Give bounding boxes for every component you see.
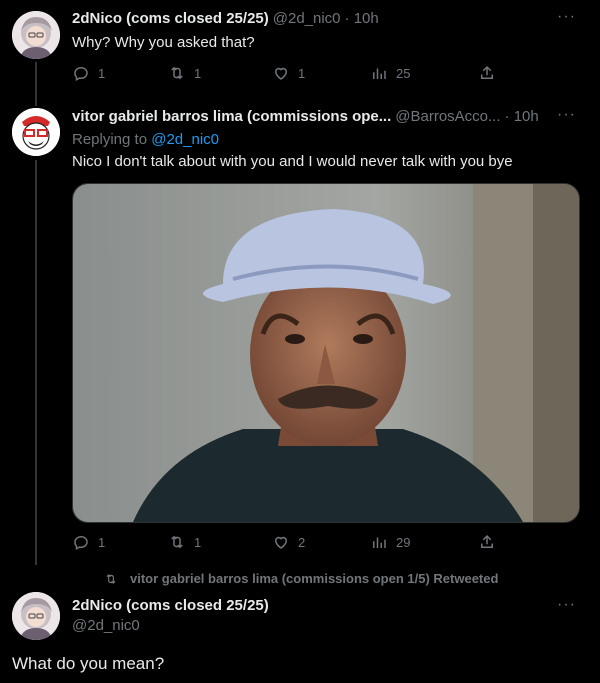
thread-line [35, 160, 37, 565]
views-count: 29 [396, 534, 411, 550]
share-button[interactable] [478, 533, 504, 551]
retweet-icon [106, 573, 116, 584]
like-count: 1 [298, 65, 306, 81]
like-icon [274, 536, 288, 549]
retweet-button[interactable]: 1 [168, 64, 201, 82]
avatar-2dnico-image [12, 592, 60, 640]
retweet-button[interactable]: 1 [168, 533, 201, 551]
retweet-icon [171, 66, 183, 80]
retweet-icon [171, 535, 183, 549]
tweet-actions: 1 1 1 25 [72, 64, 522, 84]
reply-icon [74, 67, 88, 82]
tweet-time[interactable]: · 10h [505, 108, 539, 125]
more-icon[interactable]: ··· [557, 8, 576, 26]
replying-to: Replying to @2d_nic0 [72, 131, 219, 148]
views-button[interactable]: 29 [370, 533, 410, 551]
like-icon [274, 67, 288, 80]
tweet-author-handle[interactable]: @2d_nic0 [72, 617, 140, 634]
retweeted-label: vitor gabriel barros lima (commissions o… [130, 571, 499, 586]
photo-man-in-hat [73, 184, 579, 522]
avatar[interactable] [12, 11, 60, 59]
tweet-author-handle[interactable]: @2d_nic0 [273, 10, 341, 27]
views-icon [373, 68, 386, 79]
tweet-media-image[interactable] [72, 183, 580, 523]
tweet-actions: 1 1 2 29 [72, 533, 522, 553]
retweeted-notice[interactable]: vitor gabriel barros lima (commissions o… [104, 571, 498, 586]
like-button[interactable]: 1 [272, 64, 305, 82]
replying-to-link[interactable]: @2d_nic0 [151, 131, 219, 148]
share-button[interactable] [478, 64, 504, 82]
avatar[interactable] [12, 592, 60, 640]
views-count: 25 [396, 65, 411, 81]
retweet-count: 1 [194, 65, 202, 81]
tweet-author-name[interactable]: vitor gabriel barros lima (commissions o… [72, 108, 391, 125]
replying-to-label: Replying to [72, 131, 152, 148]
reply-count: 1 [98, 65, 106, 81]
more-icon[interactable]: ··· [557, 596, 576, 614]
like-count: 2 [298, 534, 306, 550]
reply-button[interactable]: 1 [72, 533, 105, 551]
reply-button[interactable]: 1 [72, 64, 105, 82]
like-button[interactable]: 2 [272, 533, 305, 551]
reply-icon [74, 536, 88, 551]
tweet-text: Nico I don't talk about with you and I w… [72, 153, 513, 170]
thread-line [35, 62, 37, 106]
tweet-author-name[interactable]: 2dNico (coms closed 25/25) [72, 10, 269, 27]
tweet-text: Why? Why you asked that? [72, 34, 255, 51]
avatar-vitor-image [12, 108, 60, 156]
tweet-time[interactable]: · 10h [345, 10, 379, 27]
retweet-count: 1 [194, 534, 202, 550]
avatar-2dnico-image [12, 11, 60, 59]
views-button[interactable]: 25 [370, 64, 410, 82]
share-icon [481, 534, 493, 548]
avatar[interactable] [12, 108, 60, 156]
reply-count: 1 [98, 534, 106, 550]
tweet-author-name[interactable]: 2dNico (coms closed 25/25) [72, 597, 269, 614]
tweet-text: What do you mean? [12, 654, 165, 673]
more-icon[interactable]: ··· [557, 106, 576, 124]
views-icon [373, 537, 386, 548]
share-icon [481, 65, 493, 79]
tweet-author-handle[interactable]: @BarrosAcco... [395, 108, 500, 125]
